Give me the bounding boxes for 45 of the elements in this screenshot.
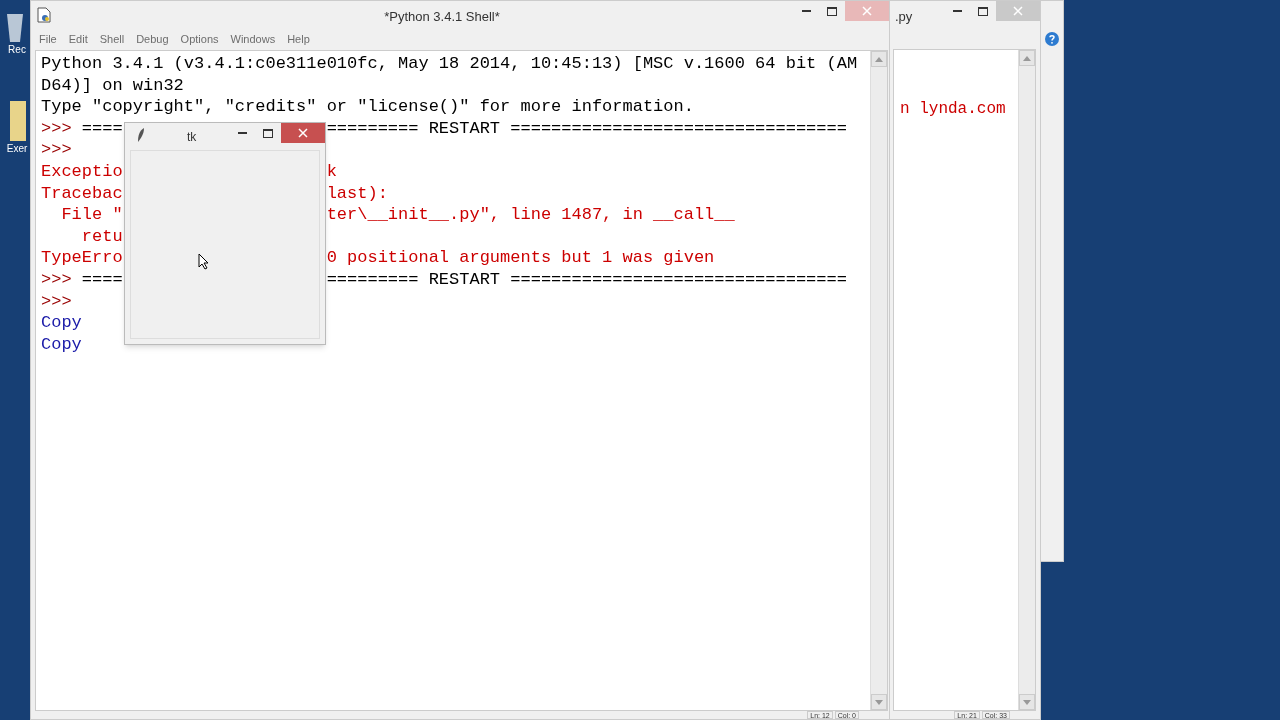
shell-text: retu bbox=[80, 225, 123, 248]
up-arrow-icon bbox=[1023, 55, 1031, 61]
menu-item[interactable]: Debug bbox=[136, 30, 169, 48]
shell-text: >>> bbox=[41, 139, 72, 161]
shell-text: File " bbox=[60, 204, 123, 226]
shell-text: Type "copyright", "credits" or "license()" for more information. bbox=[41, 96, 694, 118]
shell-text: >>> bbox=[41, 290, 72, 313]
shell-text: Tracebac bbox=[41, 182, 123, 205]
menu-item[interactable]: Edit bbox=[68, 30, 88, 48]
python-file-icon bbox=[37, 7, 51, 23]
window-title: *Python 3.4.1 Shell* bbox=[384, 8, 500, 26]
menu-item[interactable]: File bbox=[39, 30, 57, 48]
shell-text: >>> ==== bbox=[41, 117, 123, 140]
bin-icon[interactable] bbox=[5, 12, 25, 42]
shell-text: D64)] on win32 bbox=[41, 74, 184, 97]
close-icon bbox=[298, 128, 308, 138]
feather-icon bbox=[137, 128, 145, 142]
window-title: tk bbox=[187, 129, 197, 146]
down-arrow-icon bbox=[1023, 699, 1031, 705]
shell-text: 0 positional arguments but 1 was given bbox=[326, 247, 716, 269]
code-text: n lynda.com bbox=[900, 100, 1006, 118]
shell-text: Copy bbox=[41, 333, 82, 356]
shell-text: TypeErro bbox=[41, 247, 123, 269]
close-icon bbox=[862, 6, 872, 16]
shell-text: ========= RESTART ================================= bbox=[326, 117, 848, 140]
down-arrow-icon bbox=[875, 699, 883, 705]
window-title: .py bbox=[894, 8, 913, 26]
help-icon[interactable] bbox=[1045, 32, 1059, 46]
desktop-icon-label[interactable]: Exer bbox=[2, 141, 28, 156]
menu-item[interactable]: Windows bbox=[230, 30, 276, 48]
menu-item[interactable]: Shell bbox=[99, 30, 125, 48]
shell-text: >>> ==== bbox=[41, 268, 123, 291]
close-icon bbox=[1013, 6, 1023, 16]
up-arrow-icon bbox=[875, 56, 883, 62]
shell-text: k bbox=[326, 160, 338, 183]
desktop-icon-label[interactable]: Rec bbox=[4, 42, 26, 57]
shell-text: ter\__init__.py", line 1487, in __call__ bbox=[326, 204, 736, 226]
cursor-icon bbox=[198, 253, 210, 270]
shell-text: Copy bbox=[41, 312, 82, 334]
shell-text: Python 3.4.1 (v3.4.1:c0e311e010fc, May 18 2014, 10:45:13) [MSC v.1600 64 bit (AM bbox=[41, 53, 858, 75]
shell-text: Exceptio bbox=[41, 160, 123, 183]
menu-item[interactable]: Options bbox=[180, 30, 219, 48]
menu-item[interactable]: Help bbox=[287, 30, 310, 48]
shell-text: ========= RESTART ================================= bbox=[326, 268, 848, 291]
shell-text: last): bbox=[326, 182, 389, 205]
